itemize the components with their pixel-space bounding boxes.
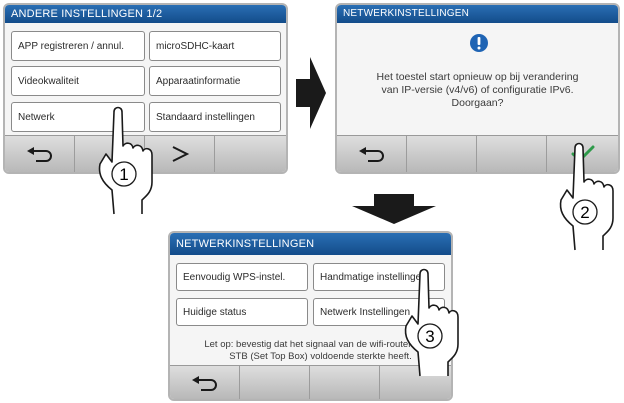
empty-nav-slot: [215, 136, 286, 172]
confirm-message: Het toestel start opnieuw op bij verande…: [337, 71, 618, 110]
videokwaliteit-button[interactable]: Videokwaliteit: [11, 66, 145, 96]
huidige-status-button[interactable]: Huidige status: [176, 298, 308, 326]
message-line-3: Doorgaan?: [451, 97, 504, 109]
chevron-right-icon: [172, 146, 189, 162]
standaard-instellingen-button[interactable]: Standaard instellingen: [149, 102, 281, 132]
step-3-label: 3: [425, 327, 434, 346]
exclamation-circle-icon: [470, 34, 488, 52]
return-arrow-icon: [26, 147, 52, 162]
pointing-hand-icon: 1: [98, 106, 153, 215]
screen3-title: NETWERKINSTELLINGEN: [170, 233, 451, 255]
step-2-label: 2: [580, 203, 589, 222]
down-arrow-icon: [352, 194, 436, 224]
right-arrow-icon: [296, 57, 326, 129]
empty-nav-slot: [477, 136, 547, 172]
pointing-hand-icon: 3: [404, 268, 459, 377]
empty-nav-slot: [407, 136, 477, 172]
screen1-title: ANDERE INSTELLINGEN 1/2: [5, 5, 286, 23]
app-registreren-button[interactable]: APP registreren / annul.: [11, 31, 145, 61]
message-line-1: Het toestel start opnieuw op bij verande…: [376, 71, 579, 83]
microsdhc-button[interactable]: microSDHC-kaart: [149, 31, 281, 61]
eenvoudig-wps-button[interactable]: Eenvoudig WPS-instel.: [176, 263, 308, 291]
pointing-hand-icon: 2: [559, 142, 614, 251]
back-button[interactable]: [170, 366, 240, 399]
back-button[interactable]: [5, 136, 75, 172]
step-1-label: 1: [119, 165, 128, 184]
return-arrow-icon: [191, 375, 217, 391]
empty-nav-slot: [310, 366, 380, 399]
screen2-title: NETWERKINSTELLINGEN: [337, 5, 618, 23]
message-line-2: van IP-versie (v4/v6) of configuratie IP…: [381, 84, 574, 96]
back-button[interactable]: [337, 136, 407, 172]
apparaatinformatie-button[interactable]: Apparaatinformatie: [149, 66, 281, 96]
empty-nav-slot: [240, 366, 310, 399]
return-arrow-icon: [358, 147, 384, 162]
screen2-body: Het toestel start opnieuw op bij verande…: [337, 23, 618, 138]
